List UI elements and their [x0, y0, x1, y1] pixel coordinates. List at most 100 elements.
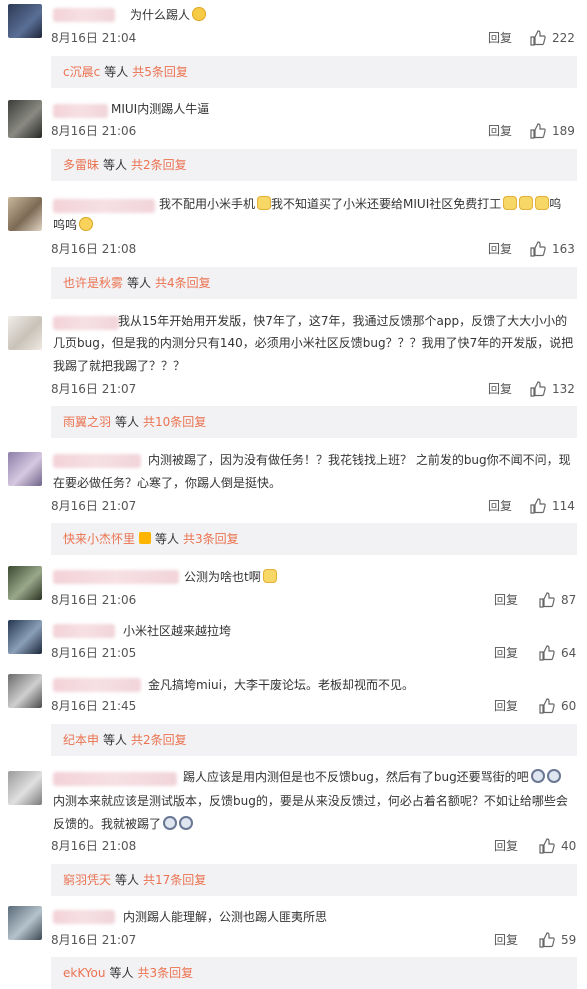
- reply-button[interactable]: 回复: [494, 645, 518, 661]
- like-count: 132: [552, 382, 575, 396]
- avatar[interactable]: [8, 674, 42, 708]
- reply-button[interactable]: 回复: [488, 381, 512, 397]
- sub-reply-user[interactable]: ekKYou: [63, 966, 105, 980]
- crying-emoji-icon: [546, 769, 561, 783]
- comment-text: MIUI内测踢人牛逼: [111, 102, 210, 116]
- comment-body: 我不知道买了小米还要给MIUI社区免费打工: [271, 197, 502, 211]
- username-blurred[interactable]: [53, 454, 141, 468]
- sub-reply-user[interactable]: 也许是秋雾: [63, 276, 123, 290]
- reply-button[interactable]: 回复: [488, 123, 512, 139]
- username-blurred[interactable]: [53, 199, 155, 213]
- avatar[interactable]: [8, 4, 42, 38]
- reply-button[interactable]: 回复: [488, 241, 512, 257]
- comment-text-line: 几页bug，但是我的内测分只有140，必须用小米社区反馈bug？？？我用了快7年…: [53, 336, 574, 350]
- cat-emoji-icon: [262, 569, 277, 583]
- thumbs-up-icon: [530, 381, 546, 397]
- reply-button[interactable]: 回复: [488, 30, 512, 46]
- username-blurred[interactable]: [53, 104, 108, 118]
- username-blurred[interactable]: [53, 624, 115, 638]
- sub-reply-user[interactable]: 雨翼之羽: [63, 415, 111, 429]
- sub-replies-bar[interactable]: 也许是秋雾 等人 共4条回复: [51, 267, 577, 299]
- sub-replies-bar[interactable]: 快来小杰怀里 等人 共3条回复: [51, 523, 577, 555]
- comment-text: 金凡搞垮miui，大李干废论坛。老板却视而不见。: [148, 678, 414, 692]
- comment-text-line: 反馈的。我就被踢了: [53, 813, 194, 835]
- sub-reply-user[interactable]: 多雷昧: [63, 158, 99, 172]
- like-count: 59: [561, 933, 577, 947]
- like-button[interactable]: 163: [530, 241, 580, 257]
- like-button[interactable]: 59: [539, 932, 583, 948]
- avatar[interactable]: [8, 620, 42, 654]
- avatar[interactable]: [8, 197, 42, 231]
- like-count: 189: [552, 124, 575, 138]
- comment-text-line: 内测本来就应该是测试版本，反馈bug的，要是从来没反馈过，何必占着名额呢？不如让…: [53, 794, 568, 808]
- reply-button[interactable]: 回复: [494, 932, 518, 948]
- comment-text: 内测踢人能理解，公测也踢人匪夷所思: [123, 910, 328, 924]
- like-count: 60: [561, 699, 577, 713]
- username-blurred[interactable]: [53, 316, 119, 330]
- sub-replies-bar[interactable]: 多雷昧 等人 共2条回复: [51, 149, 577, 181]
- sub-reply-etc: 等人: [103, 158, 128, 172]
- thumbs-up-icon: [530, 30, 546, 46]
- like-button[interactable]: 64: [539, 645, 583, 661]
- like-count: 64: [561, 646, 577, 660]
- like-button[interactable]: 222: [530, 30, 580, 46]
- sub-reply-user[interactable]: 快来小杰怀里: [63, 532, 135, 546]
- username-blurred[interactable]: [53, 570, 179, 584]
- sub-replies-bar[interactable]: c沉晨c 等人 共5条回复: [51, 56, 577, 88]
- reply-button[interactable]: 回复: [488, 498, 512, 514]
- username-blurred[interactable]: [53, 910, 115, 924]
- crying-emoji-icon: [179, 816, 194, 830]
- sub-reply-count-link[interactable]: 共17条回复: [143, 873, 206, 887]
- thumbs-up-icon: [530, 123, 546, 139]
- sub-replies-bar[interactable]: ekKYou 等人 共3条回复: [51, 957, 577, 989]
- sub-reply-user[interactable]: 窮羽凭天: [63, 873, 111, 887]
- comment-text: 小米社区越来越拉垮: [123, 624, 232, 638]
- like-button[interactable]: 189: [530, 123, 580, 139]
- avatar[interactable]: [8, 771, 42, 805]
- reply-button[interactable]: 回复: [494, 838, 518, 854]
- comment-body: 为什么踢人: [130, 8, 191, 22]
- comment-body: 公测为啥也t啊: [184, 570, 261, 584]
- cat-emoji-icon: [519, 196, 534, 210]
- sub-replies-bar[interactable]: 窮羽凭天 等人 共17条回复: [51, 864, 577, 896]
- sub-replies-bar[interactable]: 纪本申 等人 共2条回复: [51, 724, 577, 756]
- like-button[interactable]: 132: [530, 381, 580, 397]
- sub-reply-count-link[interactable]: 共10条回复: [143, 415, 206, 429]
- thumbs-up-icon: [530, 241, 546, 257]
- comment-text-line: 内测被踢了，因为没有做任务！？我花钱找上班？ 之前发的bug你不闻不问，现: [148, 453, 571, 467]
- sub-reply-count-link[interactable]: 共2条回复: [131, 733, 187, 747]
- sub-reply-etc: 等人: [115, 873, 140, 887]
- vip-badge-icon: [139, 532, 152, 544]
- comment-text: 踢人应该是用内测但是也不反馈bug，然后有了bug还要骂街的吧: [183, 766, 561, 788]
- sub-reply-user[interactable]: c沉晨c: [63, 65, 100, 79]
- avatar[interactable]: [8, 566, 42, 600]
- comment-time: 8月16日 21:07: [51, 499, 137, 513]
- comment-time: 8月16日 21:06: [51, 593, 137, 607]
- sub-reply-count-link[interactable]: 共2条回复: [131, 158, 187, 172]
- reply-button[interactable]: 回复: [494, 698, 518, 714]
- sub-reply-count-link[interactable]: 共3条回复: [137, 966, 193, 980]
- sub-reply-etc: 等人: [103, 733, 128, 747]
- like-button[interactable]: 114: [530, 498, 580, 514]
- comment-body: 踢人应该是用内测但是也不反馈bug，然后有了bug还要骂街的吧: [183, 770, 529, 784]
- like-button[interactable]: 60: [539, 698, 583, 714]
- sub-reply-user[interactable]: 纪本申: [63, 733, 99, 747]
- like-count: 163: [552, 242, 575, 256]
- thumbs-up-icon: [539, 645, 555, 661]
- sub-reply-count-link[interactable]: 共5条回复: [132, 65, 188, 79]
- username-blurred[interactable]: [53, 772, 177, 786]
- sub-reply-count-link[interactable]: 共4条回复: [155, 276, 211, 290]
- sub-reply-count-link[interactable]: 共3条回复: [183, 532, 239, 546]
- avatar[interactable]: [8, 452, 42, 486]
- username-blurred[interactable]: [53, 678, 141, 692]
- comment-body: 呜呜: [53, 218, 78, 232]
- avatar[interactable]: [8, 316, 42, 350]
- avatar[interactable]: [8, 906, 42, 940]
- sad-emoji-icon: [79, 217, 94, 231]
- sub-replies-bar[interactable]: 雨翼之羽 等人 共10条回复: [51, 406, 577, 438]
- avatar[interactable]: [8, 100, 42, 138]
- like-button[interactable]: 40: [539, 838, 583, 854]
- reply-button[interactable]: 回复: [494, 592, 518, 608]
- username-blurred[interactable]: [53, 8, 115, 22]
- like-button[interactable]: 87: [539, 592, 583, 608]
